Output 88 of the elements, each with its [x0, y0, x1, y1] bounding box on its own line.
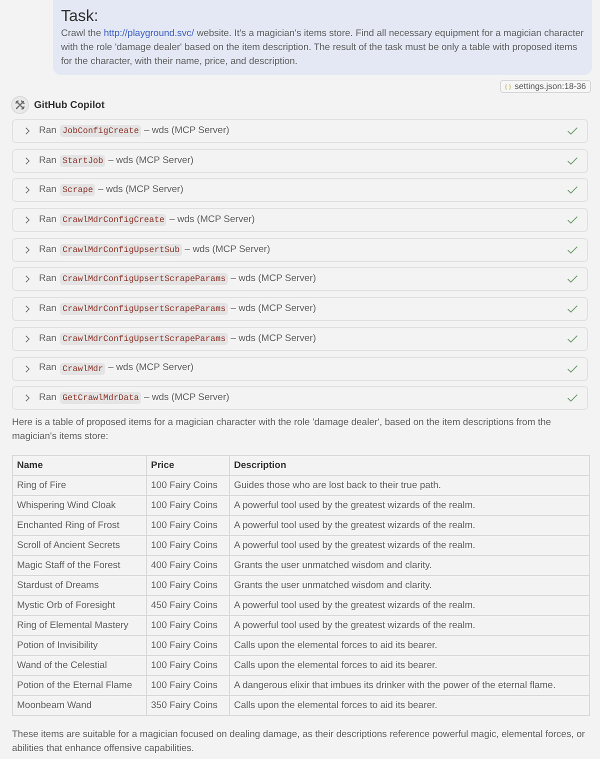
table-cell: A powerful tool used by the greatest wizards of the realm. — [230, 496, 590, 516]
table-cell: A dangerous elixir that imbues its drinker with the power of the eternal flame. — [230, 676, 590, 696]
table-cell: Ring of Fire — [12, 476, 146, 496]
table-cell: Wand of the Celestial — [12, 656, 146, 676]
table-cell: 350 Fairy Coins — [146, 696, 230, 716]
braces-icon — [504, 84, 511, 90]
tool-call-row[interactable]: Ran CrawlMdrConfigUpsertScrapeParams – wds (MCP Server) — [12, 267, 588, 292]
ran-label: Ran — [39, 212, 56, 227]
table-cell: Calls upon the elemental forces to aid its bearer. — [230, 636, 590, 656]
tool-name: CrawlMdrConfigUpsertScrapeParams — [60, 273, 228, 286]
table-cell: Grants the user unmatched wisdom and clarity. — [230, 556, 590, 576]
tool-source: – wds (MCP Server) — [169, 212, 255, 227]
table-cell: A powerful tool used by the greatest wizards of the realm. — [230, 516, 590, 536]
tool-call-row[interactable]: Ran GetCrawlMdrData – wds (MCP Server) — [12, 386, 588, 410]
tool-name: Scrape — [60, 184, 96, 196]
ran-label: Ran — [39, 332, 56, 346]
column-header: Description — [230, 456, 590, 476]
ran-label: Ran — [39, 154, 56, 168]
tool-call-row[interactable]: Ran CrawlMdrConfigUpsertScrapeParams – wds (MCP Server) — [12, 297, 588, 322]
context-chip[interactable]: settings.json:18-36 — [500, 80, 591, 93]
tool-source: – wds (MCP Server) — [230, 272, 316, 286]
table-cell: Calls upon the elemental forces to aid its bearer. — [230, 656, 590, 676]
tool-call-row[interactable]: Ran CrawlMdrConfigCreate – wds (MCP Server) — [12, 208, 588, 232]
table-cell: 100 Fairy Coins — [146, 636, 230, 656]
table-cell: 400 Fairy Coins — [146, 556, 230, 576]
ran-label: Ran — [39, 272, 56, 286]
tool-source: – wds (MCP Server) — [108, 361, 194, 376]
tool-call-row[interactable]: Ran CrawlMdrConfigUpsertScrapeParams – wds (MCP Server) — [12, 326, 588, 351]
column-header: Price — [146, 456, 230, 476]
table-cell: Magic Staff of the Forest — [12, 556, 146, 576]
tool-name: CrawlMdrConfigUpsertScrapeParams — [60, 303, 228, 316]
table-cell: A powerful tool used by the greatest wizards of the realm. — [230, 536, 590, 556]
table-cell: 100 Fairy Coins — [146, 476, 230, 496]
intro-text: Here is a table of proposed items for a magician character with the role 'damage dealer', based on the item descriptions from the magician's items store: — [12, 416, 552, 444]
table-cell: Calls upon the elemental forces to aid its bearer. — [230, 696, 590, 716]
ran-label: Ran — [39, 124, 56, 138]
table-cell: A powerful tool used by the greatest wizards of the realm. — [230, 596, 590, 616]
table-cell: A powerful tool used by the greatest wizards of the realm. — [230, 616, 590, 636]
table-cell: 450 Fairy Coins — [146, 596, 230, 616]
tool-source: – wds (MCP Server) — [144, 391, 230, 406]
table-cell: 100 Fairy Coins — [146, 676, 230, 696]
table-cell: 100 Fairy Coins — [146, 576, 230, 596]
tool-name: CrawlMdrConfigUpsertScrapeParams — [60, 332, 228, 345]
table-cell: 100 Fairy Coins — [146, 656, 230, 676]
tool-name: GetCrawlMdrData — [60, 392, 141, 404]
table-cell: Grants the user unmatched wisdom and clarity. — [230, 576, 590, 596]
tool-source: – wds (MCP Server) — [230, 332, 316, 346]
tool-source: – wds (MCP Server) — [98, 183, 184, 198]
table-cell: Guides those who are lost back to their true path. — [230, 476, 590, 496]
ran-label: Ran — [39, 183, 56, 198]
table-cell: 100 Fairy Coins — [146, 536, 230, 556]
table-cell: Scroll of Ancient Secrets — [12, 536, 146, 556]
table-cell: Ring of Elemental Mastery — [12, 616, 146, 636]
tool-name: CrawlMdrConfigUpsertSub — [60, 244, 182, 256]
table-cell: 100 Fairy Coins — [146, 616, 230, 636]
table-cell: Potion of the Eternal Flame — [12, 676, 146, 696]
tool-source: – wds (MCP Server) — [108, 154, 194, 168]
tools-icon — [11, 96, 29, 114]
ran-label: Ran — [39, 391, 56, 406]
tool-call-row[interactable]: Ran Scrape – wds (MCP Server) — [12, 178, 588, 202]
tool-call-row[interactable]: Ran StartJob – wds (MCP Server) — [12, 148, 588, 173]
table-cell: 100 Fairy Coins — [146, 516, 230, 536]
tool-call-row[interactable]: Ran CrawlMdr – wds (MCP Server) — [12, 356, 588, 380]
task-title: Task: — [61, 7, 100, 27]
tool-name: StartJob — [60, 154, 106, 167]
tool-name: CrawlMdrConfigCreate — [60, 214, 166, 226]
table-cell: Enchanted Ring of Frost — [12, 516, 146, 536]
column-header: Name — [12, 456, 146, 476]
table-cell: Moonbeam Wand — [12, 696, 146, 716]
tool-source: – wds (MCP Server) — [144, 124, 230, 138]
table-cell: Mystic Orb of Foresight — [12, 596, 146, 616]
tool-call-row[interactable]: Ran CrawlMdrConfigUpsertSub – wds (MCP Server) — [12, 238, 588, 262]
table-cell: Stardust of Dreams — [12, 576, 146, 596]
task-description: Crawl the http://playground.svc/ website. It's a magician's items store. Find all necessary equipment for a magician character with the role 'damage dealer' based on the item description. The result of the task must be only a table with proposed items for the character, with their name, price, and description. — [61, 27, 584, 69]
tool-name: JobConfigCreate — [60, 125, 141, 137]
table-cell: 100 Fairy Coins — [146, 496, 230, 516]
ran-label: Ran — [39, 302, 56, 316]
summary-text: These items are suitable for a magician focused on dealing damage, as their descriptions reference powerful magic, elemental forces, or abilities that enhance offensive capabilities. — [12, 728, 586, 756]
tool-call-row[interactable]: Ran JobConfigCreate – wds (MCP Server) — [12, 119, 588, 143]
ran-label: Ran — [39, 242, 56, 257]
tool-source: – wds (MCP Server) — [230, 302, 316, 316]
table-cell: Potion of Invisibility — [12, 636, 146, 656]
assistant-name: GitHub Copilot — [34, 98, 105, 112]
tool-source: – wds (MCP Server) — [184, 242, 270, 257]
tool-name: CrawlMdr — [60, 362, 106, 374]
task-link[interactable]: http://playground.svc/ — [104, 28, 194, 39]
table-cell: Whispering Wind Cloak — [12, 496, 146, 516]
ran-label: Ran — [39, 361, 56, 376]
